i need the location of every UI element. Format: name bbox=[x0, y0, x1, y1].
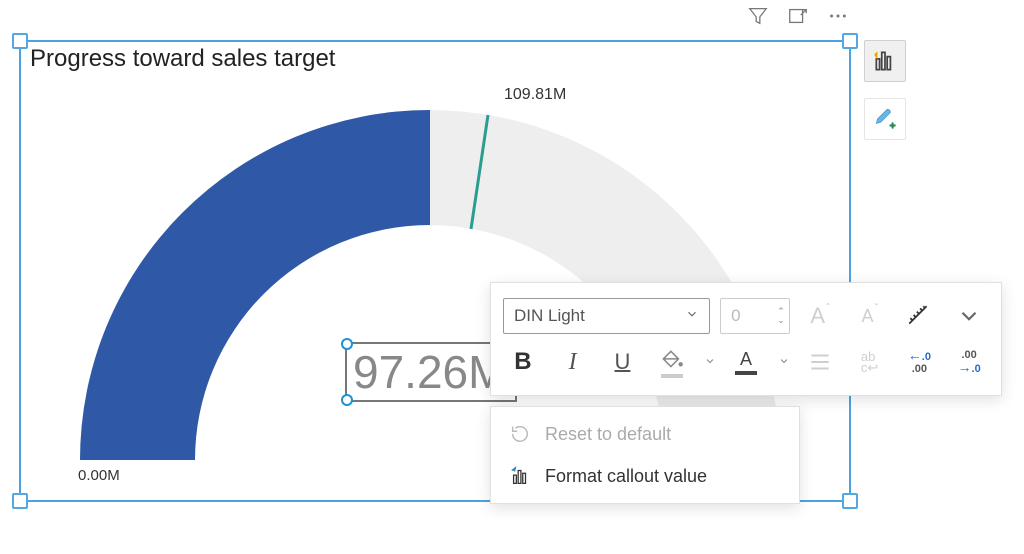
display-units-button[interactable] bbox=[899, 296, 939, 336]
callout-handle-bottom[interactable] bbox=[341, 394, 353, 406]
formatting-toolbar: DIN Light 0 ⌃ ⌄ Aˆ Aˇ B I U bbox=[490, 282, 1002, 396]
italic-button[interactable]: I bbox=[553, 342, 593, 382]
word-wrap-button: abc↩ bbox=[850, 342, 890, 382]
more-options-icon[interactable] bbox=[827, 5, 849, 27]
on-object-tools bbox=[864, 40, 906, 140]
format-callout-value-item[interactable]: Format callout value bbox=[491, 455, 799, 497]
resize-handle-bl[interactable] bbox=[12, 493, 28, 509]
context-menu: Reset to default Format callout value bbox=[490, 406, 800, 504]
visual-header-icons bbox=[747, 5, 849, 27]
filter-icon[interactable] bbox=[747, 5, 769, 27]
format-callout-label: Format callout value bbox=[545, 466, 707, 487]
bold-button[interactable]: B bbox=[503, 342, 543, 382]
fill-color-dropdown[interactable] bbox=[704, 355, 716, 370]
format-brush-button[interactable] bbox=[864, 98, 906, 140]
font-size-value: 0 bbox=[731, 306, 740, 326]
gauge-min-label: 0.00M bbox=[78, 467, 120, 484]
reset-to-default-item: Reset to default bbox=[491, 413, 799, 455]
resize-handle-tl[interactable] bbox=[12, 33, 28, 49]
increase-decimal-button[interactable]: .00→.0 bbox=[949, 342, 989, 382]
gauge-value-arc bbox=[80, 110, 430, 460]
chart-title[interactable]: Progress toward sales target bbox=[30, 45, 335, 73]
resize-handle-tr[interactable] bbox=[842, 33, 858, 49]
focus-mode-icon[interactable] bbox=[787, 5, 809, 27]
fill-color-button[interactable] bbox=[652, 342, 692, 382]
font-color-dropdown[interactable] bbox=[778, 355, 790, 370]
underline-button[interactable]: U bbox=[603, 342, 643, 382]
chevron-down-icon bbox=[685, 306, 699, 326]
callout-handle-top[interactable] bbox=[341, 338, 353, 350]
spinner-down-icon[interactable]: ⌄ bbox=[777, 316, 785, 325]
reset-icon bbox=[509, 423, 531, 445]
font-color-button[interactable]: A bbox=[726, 342, 766, 382]
suggest-visual-button[interactable] bbox=[864, 40, 906, 82]
resize-handle-br[interactable] bbox=[842, 493, 858, 509]
gauge-target-label: 109.81M bbox=[504, 86, 566, 104]
decrease-font-size-button: Aˇ bbox=[850, 296, 890, 336]
decrease-decimal-button[interactable]: ←.0.00 bbox=[899, 342, 939, 382]
display-units-dropdown[interactable] bbox=[949, 296, 989, 336]
font-family-value: DIN Light bbox=[514, 306, 585, 326]
reset-label: Reset to default bbox=[545, 424, 671, 445]
alignment-button bbox=[800, 342, 840, 382]
increase-font-size-button: Aˆ bbox=[800, 296, 840, 336]
format-callout-icon bbox=[509, 465, 531, 487]
font-size-input[interactable]: 0 ⌃ ⌄ bbox=[720, 298, 790, 334]
font-size-spinner[interactable]: ⌃ ⌄ bbox=[777, 307, 785, 325]
font-family-select[interactable]: DIN Light bbox=[503, 298, 710, 334]
